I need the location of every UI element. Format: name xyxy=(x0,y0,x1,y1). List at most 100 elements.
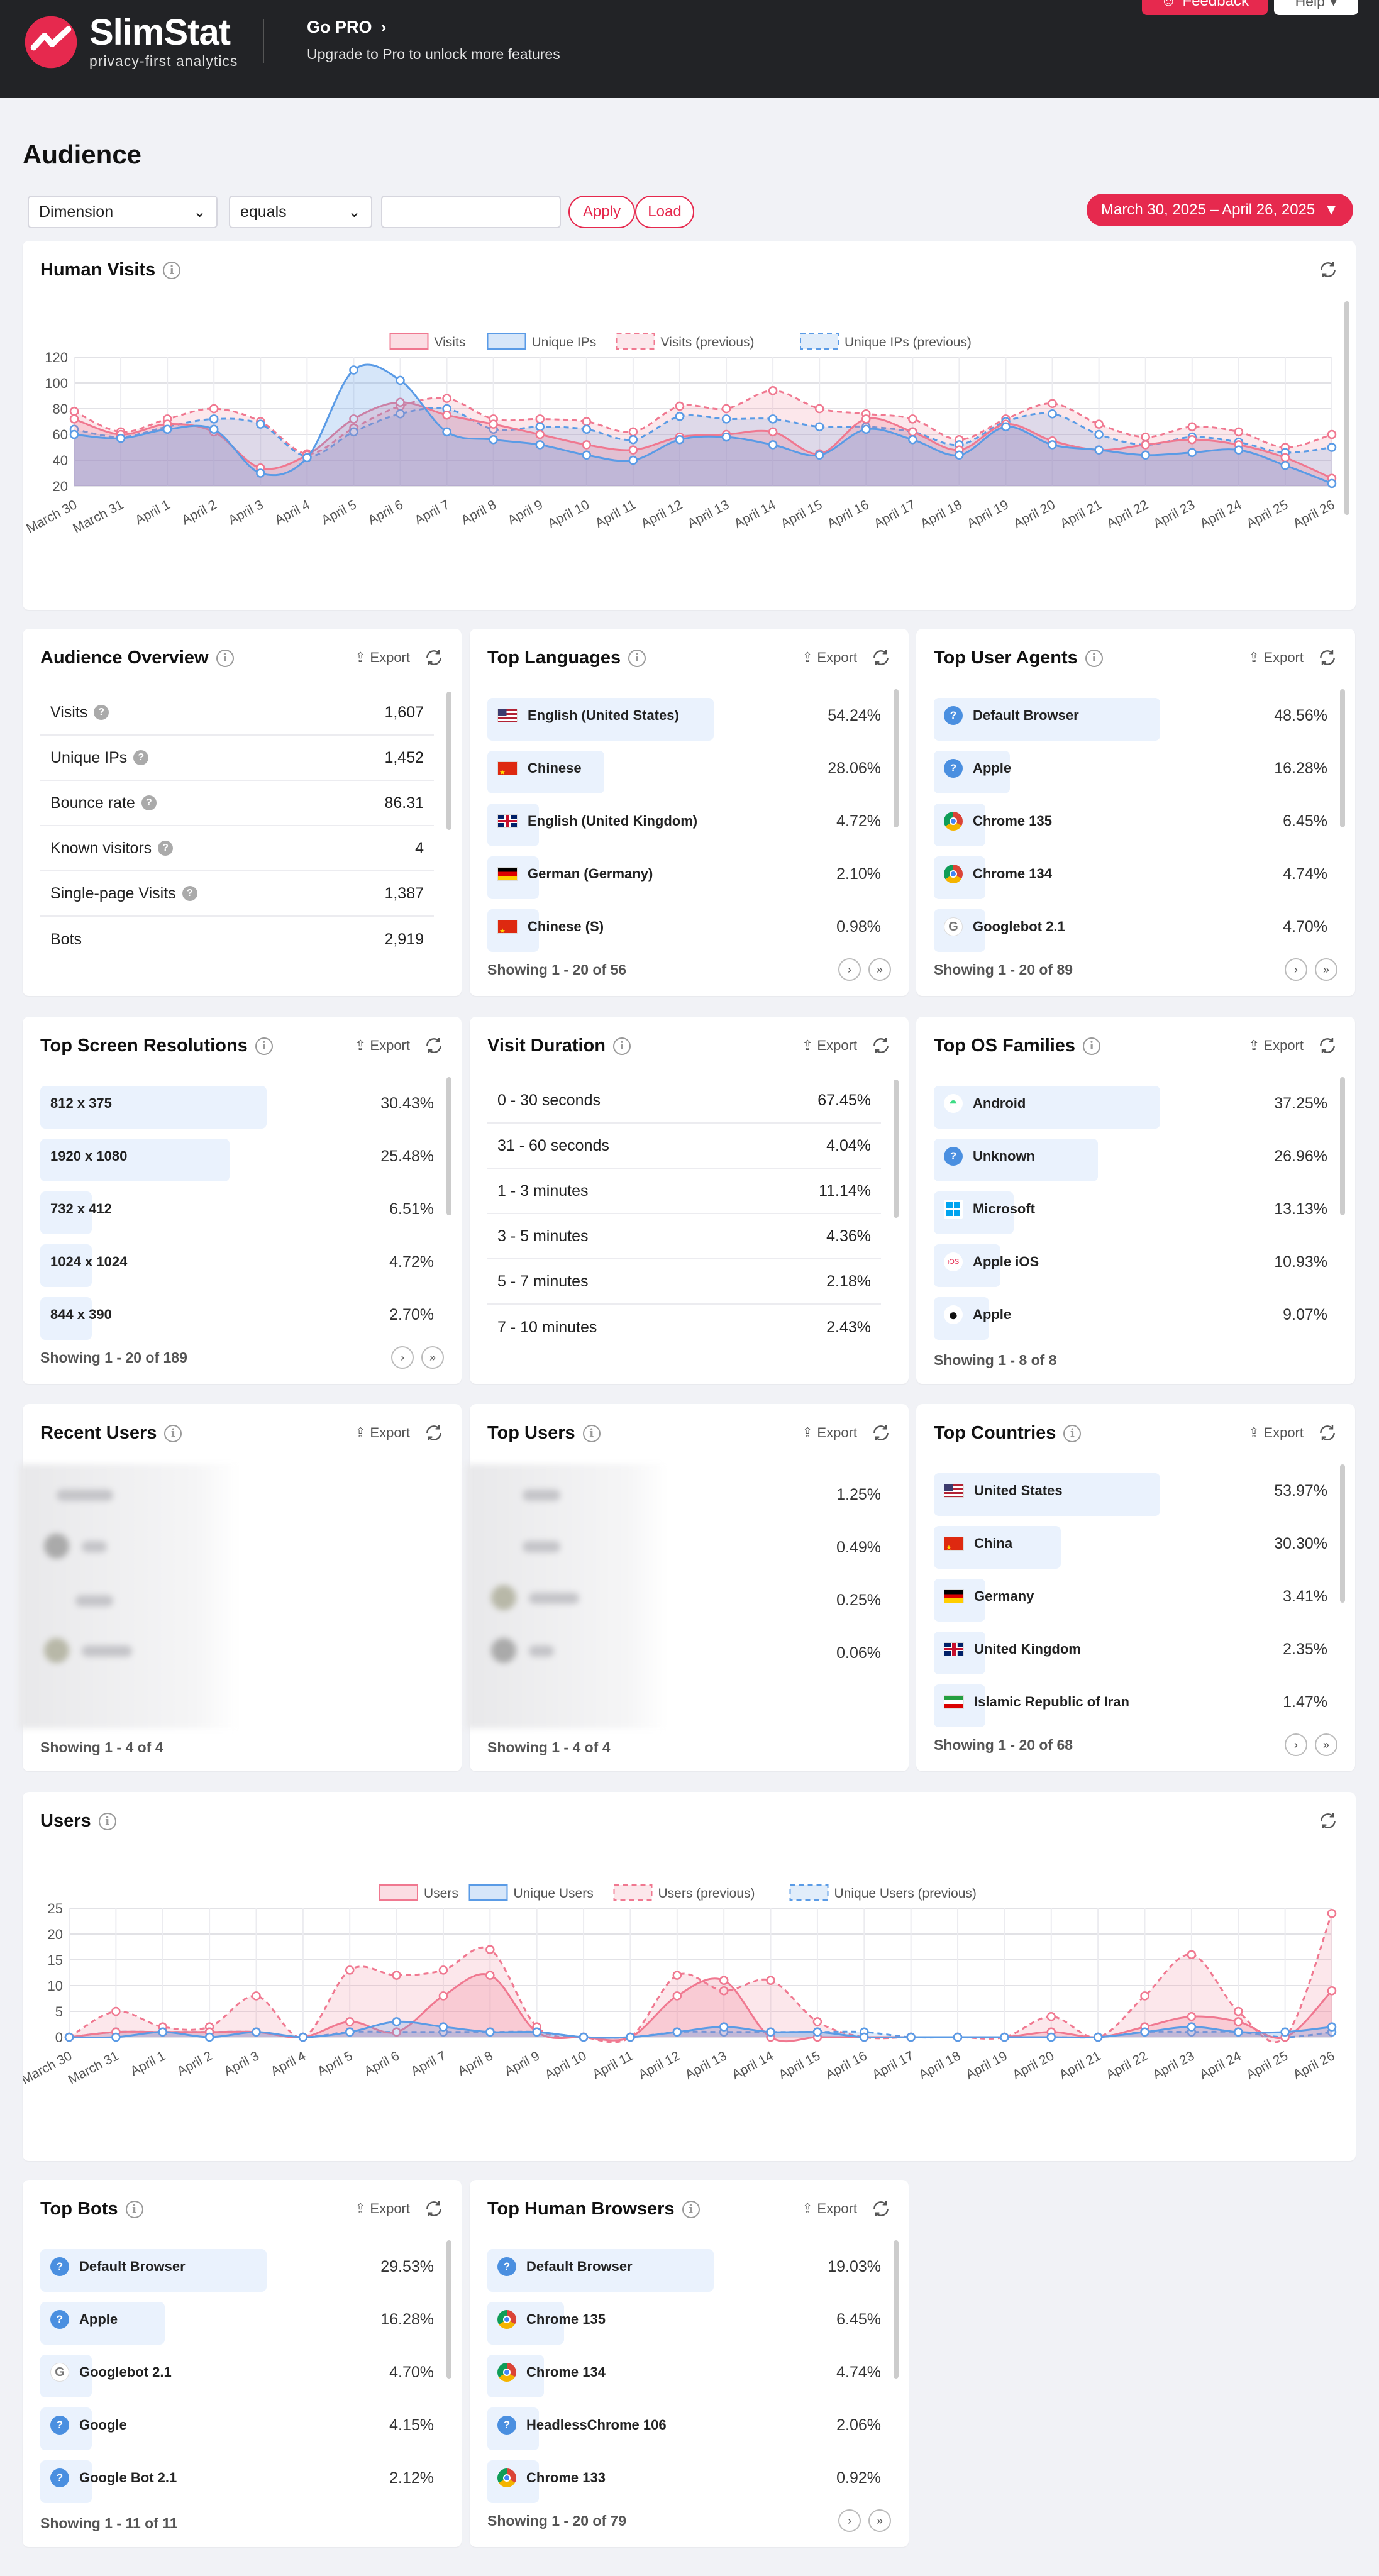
list-item[interactable]: ? Default Browser 29.53% xyxy=(40,2240,434,2293)
scrollbar[interactable] xyxy=(1340,1464,1345,1603)
help-icon[interactable]: ? xyxy=(94,705,109,720)
list-item[interactable]: 1024 x 1024 4.72% xyxy=(40,1235,434,1288)
info-icon[interactable]: i xyxy=(613,1037,631,1055)
export-button[interactable]: ⇪ Export xyxy=(1248,1037,1304,1054)
list-item[interactable]: ? Apple 16.28% xyxy=(934,742,1327,795)
list-item[interactable]: ? Google Bot 2.1 2.12% xyxy=(40,2452,434,2504)
list-item[interactable]: 812 x 375 30.43% xyxy=(40,1077,434,1130)
refresh-icon[interactable] xyxy=(871,2199,891,2219)
list-item[interactable]: Chrome 134 4.74% xyxy=(487,2346,881,2399)
list-item[interactable]: United States 53.97% xyxy=(934,1464,1327,1517)
help-icon[interactable]: ? xyxy=(158,841,174,856)
help-icon[interactable]: ? xyxy=(141,795,157,810)
date-range-picker[interactable]: March 30, 2025 – April 26, 2025 ▼ xyxy=(1087,194,1353,226)
refresh-icon[interactable] xyxy=(1317,1036,1337,1056)
list-item[interactable]: Chrome 135 6.45% xyxy=(487,2293,881,2346)
list-item[interactable]: ? Default Browser 48.56% xyxy=(934,689,1327,742)
scrollbar[interactable] xyxy=(446,692,451,830)
list-item[interactable]: ? Default Browser 19.03% xyxy=(487,2240,881,2293)
scrollbar[interactable] xyxy=(894,2240,899,2379)
list-item[interactable]: English (United Kingdom) 4.72% xyxy=(487,795,881,848)
list-item[interactable]: G Googlebot 2.1 4.70% xyxy=(40,2346,434,2399)
last-page-button[interactable]: » xyxy=(421,1346,444,1369)
list-item[interactable]: ? Unknown 26.96% xyxy=(934,1130,1327,1183)
list-item[interactable]: English (United States) 54.24% xyxy=(487,689,881,742)
list-item[interactable]: ? HeadlessChrome 106 2.06% xyxy=(487,2399,881,2452)
slimstat-logo[interactable]: SlimStat privacy-first analytics xyxy=(24,14,238,70)
filter-value-input[interactable] xyxy=(381,196,561,228)
refresh-icon[interactable] xyxy=(1317,1423,1337,1443)
export-button[interactable]: ⇪ Export xyxy=(355,1425,410,1441)
refresh-icon[interactable] xyxy=(424,2199,444,2219)
last-page-button[interactable]: » xyxy=(1315,958,1337,981)
list-item[interactable]: Germany 3.41% xyxy=(934,1570,1327,1623)
export-button[interactable]: ⇪ Export xyxy=(802,650,857,666)
list-item[interactable]: Chrome 133 0.92% xyxy=(487,2452,881,2504)
scrollbar[interactable] xyxy=(1340,1077,1345,1215)
info-icon[interactable]: i xyxy=(628,649,646,667)
next-page-button[interactable]: › xyxy=(1285,958,1307,981)
export-button[interactable]: ⇪ Export xyxy=(355,650,410,666)
list-item[interactable]: iOS Apple iOS 10.93% xyxy=(934,1235,1327,1288)
list-item[interactable]: ? Apple 16.28% xyxy=(40,2293,434,2346)
info-icon[interactable]: i xyxy=(582,1424,601,1442)
info-icon[interactable]: i xyxy=(255,1037,273,1055)
info-icon[interactable]: i xyxy=(125,2200,143,2218)
list-item[interactable]: Chrome 134 4.74% xyxy=(934,848,1327,900)
refresh-icon[interactable] xyxy=(1317,648,1337,668)
list-item[interactable]: G Googlebot 2.1 4.70% xyxy=(934,900,1327,953)
list-item[interactable]: 844 x 390 2.70% xyxy=(40,1288,434,1341)
export-button[interactable]: ⇪ Export xyxy=(802,1425,857,1441)
list-item[interactable]: ◓ Android 37.25% xyxy=(934,1077,1327,1130)
help-icon[interactable]: ? xyxy=(182,886,197,901)
scrollbar[interactable] xyxy=(446,2240,451,2379)
next-page-button[interactable]: › xyxy=(838,958,861,981)
info-icon[interactable]: i xyxy=(1083,1037,1101,1055)
dimension-select[interactable]: Dimension ⌄ xyxy=(28,196,218,228)
help-button[interactable]: Help ▾ xyxy=(1274,0,1358,15)
next-page-button[interactable]: › xyxy=(838,2509,861,2532)
list-item[interactable]: United Kingdom 2.35% xyxy=(934,1623,1327,1676)
export-button[interactable]: ⇪ Export xyxy=(802,2201,857,2217)
list-item[interactable]: ★ Chinese 28.06% xyxy=(487,742,881,795)
export-button[interactable]: ⇪ Export xyxy=(802,1037,857,1054)
list-item[interactable]: German (Germany) 2.10% xyxy=(487,848,881,900)
info-icon[interactable]: i xyxy=(1063,1424,1082,1442)
list-item[interactable]: ? Google 4.15% xyxy=(40,2399,434,2452)
load-button[interactable]: Load xyxy=(635,196,694,228)
last-page-button[interactable]: » xyxy=(868,958,891,981)
next-page-button[interactable]: › xyxy=(391,1346,414,1369)
refresh-icon[interactable] xyxy=(871,648,891,668)
export-button[interactable]: ⇪ Export xyxy=(355,2201,410,2217)
info-icon[interactable]: i xyxy=(216,649,234,667)
apply-button[interactable]: Apply xyxy=(568,196,635,228)
last-page-button[interactable]: » xyxy=(868,2509,891,2532)
export-button[interactable]: ⇪ Export xyxy=(1248,1425,1304,1441)
list-item[interactable]: ★ Chinese (S) 0.98% xyxy=(487,900,881,953)
list-item[interactable]: Chrome 135 6.45% xyxy=(934,795,1327,848)
list-item[interactable]: 732 x 412 6.51% xyxy=(40,1183,434,1235)
list-item[interactable]: Microsoft 13.13% xyxy=(934,1183,1327,1235)
list-item[interactable]: ● Apple 9.07% xyxy=(934,1288,1327,1341)
list-item[interactable]: Islamic Republic of Iran 1.47% xyxy=(934,1676,1327,1728)
help-icon[interactable]: ? xyxy=(133,750,149,765)
info-icon[interactable]: i xyxy=(164,1424,182,1442)
scrollbar[interactable] xyxy=(894,689,899,827)
list-item[interactable]: ★ China 30.30% xyxy=(934,1517,1327,1570)
operator-select[interactable]: equals ⌄ xyxy=(229,196,372,228)
export-button[interactable]: ⇪ Export xyxy=(1248,650,1304,666)
scrollbar[interactable] xyxy=(894,1080,899,1218)
last-page-button[interactable]: » xyxy=(1315,1733,1337,1756)
feedback-button[interactable]: ☺ Feedback xyxy=(1142,0,1268,15)
refresh-icon[interactable] xyxy=(424,1036,444,1056)
go-pro-link[interactable]: Go PRO › Upgrade to Pro to unlock more fe… xyxy=(307,18,560,63)
export-button[interactable]: ⇪ Export xyxy=(355,1037,410,1054)
refresh-icon[interactable] xyxy=(424,648,444,668)
scrollbar[interactable] xyxy=(446,1077,451,1215)
list-item[interactable]: 1920 x 1080 25.48% xyxy=(40,1130,434,1183)
refresh-icon[interactable] xyxy=(424,1423,444,1443)
scrollbar[interactable] xyxy=(1340,689,1345,827)
info-icon[interactable]: i xyxy=(682,2200,700,2218)
refresh-icon[interactable] xyxy=(871,1036,891,1056)
info-icon[interactable]: i xyxy=(1085,649,1103,667)
